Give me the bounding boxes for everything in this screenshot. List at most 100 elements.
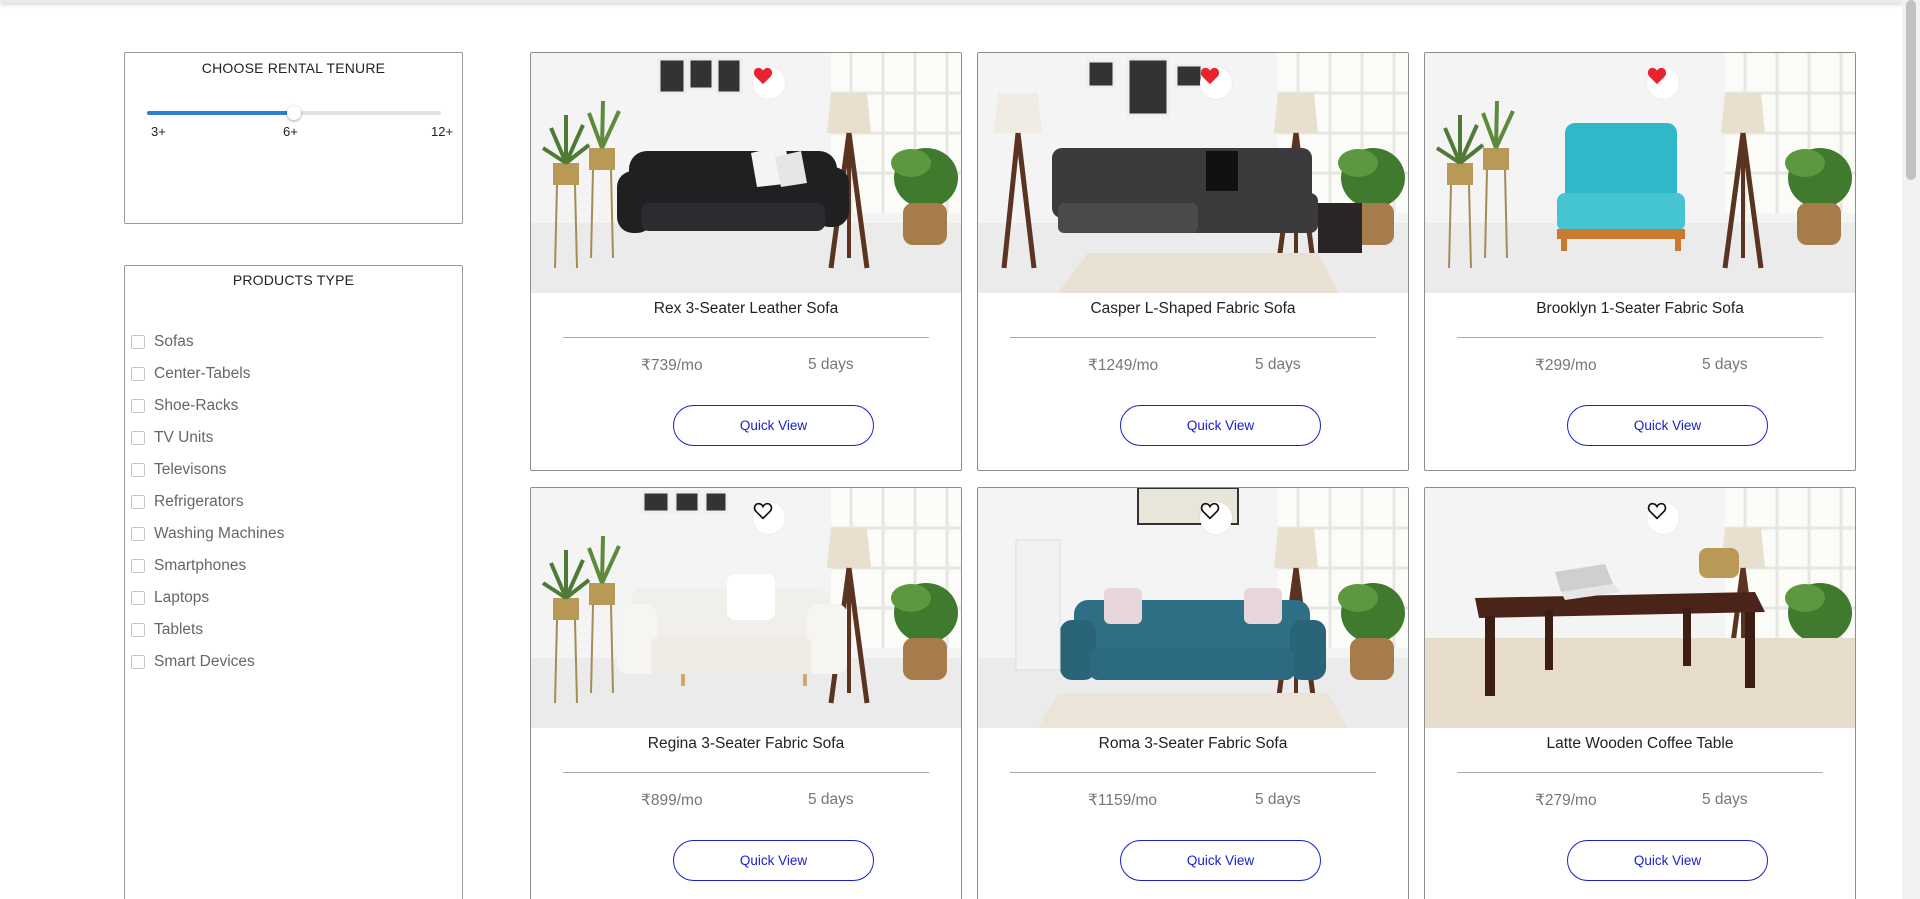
product-type-option[interactable]: Shoe-Racks [131, 390, 284, 422]
product-type-label: Smart Devices [154, 653, 255, 670]
product-meta: ₹299/mo 5 days [1425, 338, 1855, 378]
tenure-tick-12[interactable]: 12+ [431, 124, 453, 139]
quick-view-button[interactable]: Quick View [673, 840, 874, 881]
product-duration: 5 days [1255, 791, 1301, 808]
product-image[interactable] [978, 53, 1408, 293]
product-image[interactable] [1425, 53, 1855, 293]
checkbox[interactable] [131, 463, 145, 477]
product-meta: ₹899/mo 5 days [531, 773, 961, 813]
rental-tenure-title: CHOOSE RENTAL TENURE [201, 60, 386, 76]
product-image[interactable] [978, 488, 1408, 728]
product-type-label: Tablets [154, 621, 204, 638]
product-type-label: Smartphones [154, 557, 247, 574]
product-card[interactable]: Rex 3-Seater Leather Sofa ₹739/mo 5 days Qu… [530, 52, 962, 471]
product-type-label: Televisons [154, 461, 227, 478]
heart-outline-icon[interactable] [1200, 502, 1232, 534]
quick-view-button[interactable]: Quick View [1567, 840, 1768, 881]
product-type-option[interactable]: Refrigerators [131, 486, 284, 518]
scrollbar-thumb[interactable] [1906, 0, 1916, 180]
products-type-panel: PRODUCTS TYPE Sofas Center-Tabels Shoe-Rac… [124, 265, 463, 899]
product-type-option[interactable]: Center-Tabels [131, 358, 284, 390]
product-type-label: Sofas [154, 333, 194, 350]
product-name: Latte Wooden Coffee Table [1546, 735, 1734, 752]
tenure-slider-fill [147, 111, 294, 115]
product-type-label: Shoe-Racks [154, 397, 239, 414]
product-image[interactable] [1425, 488, 1855, 728]
checkbox[interactable] [131, 335, 145, 349]
tenure-tick-6[interactable]: 6+ [283, 124, 298, 139]
product-duration: 5 days [1702, 356, 1748, 373]
tenure-tick-3[interactable]: 3+ [151, 124, 166, 139]
product-card[interactable]: Roma 3-Seater Fabric Sofa ₹1159/mo 5 days Q… [977, 487, 1409, 899]
checkbox[interactable] [131, 591, 145, 605]
products-type-title: PRODUCTS TYPE [232, 272, 355, 288]
product-type-label: Center-Tabels [154, 365, 251, 382]
checkbox[interactable] [131, 431, 145, 445]
product-price: ₹279/mo [1535, 792, 1597, 809]
product-type-option[interactable]: TV Units [131, 422, 284, 454]
heart-outline-icon[interactable] [753, 502, 785, 534]
product-duration: 5 days [808, 791, 854, 808]
product-image[interactable] [531, 53, 961, 293]
product-image-scene [1425, 53, 1855, 293]
checkbox[interactable] [131, 655, 145, 669]
page-scrollbar[interactable] [1902, 0, 1920, 899]
product-image[interactable] [531, 488, 961, 728]
checkbox[interactable] [131, 623, 145, 637]
product-price: ₹299/mo [1535, 357, 1597, 374]
product-price: ₹1159/mo [1088, 792, 1158, 809]
product-type-label: TV Units [154, 429, 214, 446]
product-listing-page: CHOOSE RENTAL TENURE 3+ 6+ 12+ PRODUCTS … [0, 0, 1920, 899]
quick-view-button[interactable]: Quick View [1120, 405, 1321, 446]
product-name: Casper L-Shaped Fabric Sofa [1090, 300, 1296, 317]
product-type-label: Laptops [154, 589, 210, 606]
products-type-list: Sofas Center-Tabels Shoe-Racks TV Units Tele… [131, 326, 284, 678]
product-price: ₹899/mo [641, 792, 703, 809]
product-meta: ₹1249/mo 5 days [978, 338, 1408, 378]
product-name: Brooklyn 1-Seater Fabric Sofa [1536, 300, 1744, 317]
product-image-scene [531, 488, 961, 728]
checkbox[interactable] [131, 399, 145, 413]
heart-filled-icon[interactable] [1200, 67, 1232, 99]
product-name: Rex 3-Seater Leather Sofa [653, 300, 839, 317]
product-type-label: Washing Machines [154, 525, 285, 542]
product-price: ₹1249/mo [1088, 357, 1159, 374]
product-image-scene [978, 488, 1408, 728]
tenure-slider-thumb[interactable] [287, 106, 301, 120]
product-image-scene [978, 53, 1408, 293]
product-image-scene [531, 53, 961, 293]
product-card[interactable]: Regina 3-Seater Fabric Sofa ₹899/mo 5 days… [530, 487, 962, 899]
checkbox[interactable] [131, 367, 145, 381]
product-type-option[interactable]: Televisons [131, 454, 284, 486]
product-duration: 5 days [1255, 356, 1301, 373]
product-meta: ₹1159/mo 5 days [978, 773, 1408, 813]
heart-filled-icon[interactable] [1647, 67, 1679, 99]
heart-outline-icon[interactable] [1647, 502, 1679, 534]
quick-view-button[interactable]: Quick View [1120, 840, 1321, 881]
quick-view-button[interactable]: Quick View [673, 405, 874, 446]
product-image-scene [1425, 488, 1855, 728]
heart-filled-icon[interactable] [753, 67, 785, 99]
product-name: Roma 3-Seater Fabric Sofa [1098, 735, 1288, 752]
product-card[interactable]: Brooklyn 1-Seater Fabric Sofa ₹299/mo 5 da… [1424, 52, 1856, 471]
product-type-option[interactable]: Smartphones [131, 550, 284, 582]
product-duration: 5 days [1702, 791, 1748, 808]
product-type-label: Refrigerators [154, 493, 244, 510]
product-card[interactable]: Latte Wooden Coffee Table ₹279/mo 5 days Qu… [1424, 487, 1856, 899]
product-duration: 5 days [808, 356, 854, 373]
product-meta: ₹279/mo 5 days [1425, 773, 1855, 813]
product-card[interactable]: Casper L-Shaped Fabric Sofa ₹1249/mo 5 day… [977, 52, 1409, 471]
product-price: ₹739/mo [641, 357, 703, 374]
tenure-slider[interactable] [147, 106, 441, 120]
product-type-option[interactable]: Sofas [131, 326, 284, 358]
quick-view-button[interactable]: Quick View [1567, 405, 1768, 446]
product-name: Regina 3-Seater Fabric Sofa [647, 735, 845, 752]
product-type-option[interactable]: Laptops [131, 582, 284, 614]
product-type-option[interactable]: Washing Machines [131, 518, 284, 550]
checkbox[interactable] [131, 527, 145, 541]
checkbox[interactable] [131, 559, 145, 573]
checkbox[interactable] [131, 495, 145, 509]
product-meta: ₹739/mo 5 days [531, 338, 961, 378]
product-type-option[interactable]: Tablets [131, 614, 284, 646]
product-type-option[interactable]: Smart Devices [131, 646, 284, 678]
